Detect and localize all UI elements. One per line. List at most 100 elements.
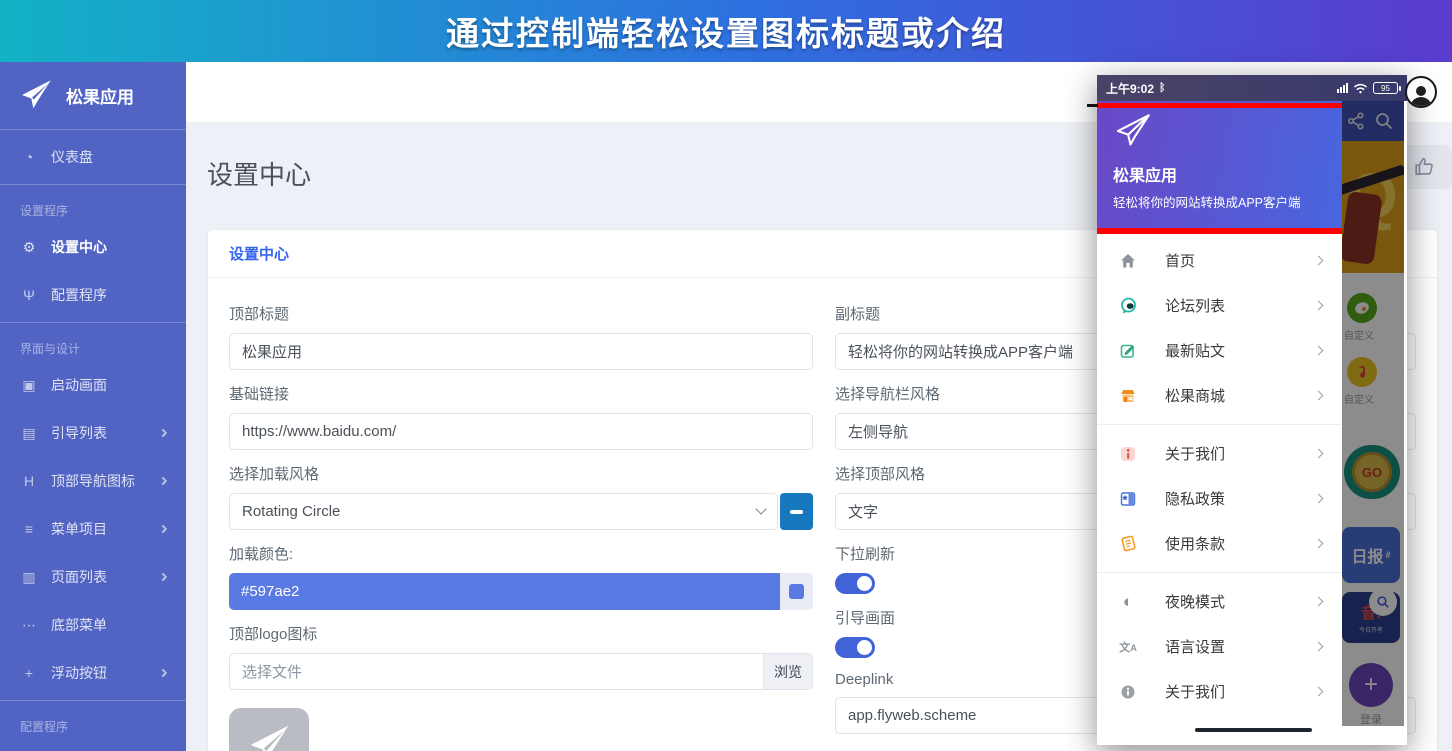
loading-style-select[interactable]: Rotating Circle	[229, 493, 778, 530]
pull-refresh-toggle[interactable]	[835, 573, 875, 594]
plug-icon: Ψ	[23, 287, 35, 303]
user-avatar[interactable]	[1405, 76, 1437, 108]
sidebar-item-页面列表[interactable]: ▥ 页面列表	[0, 553, 186, 601]
sidebar-item-label: 浮动按钮	[51, 665, 107, 681]
drawer-app-subtitle: 轻松将你的网站转换成APP客户端	[1113, 196, 1301, 210]
guide-list-icon: ▤	[22, 424, 36, 441]
drawer-item-最新贴文[interactable]: 最新贴文	[1097, 328, 1342, 373]
bluetooth-icon: ᛒ	[1159, 82, 1166, 94]
sidebar-item-浮动按钮[interactable]: + 浮动按钮	[0, 649, 186, 697]
sidebar-item-label: 配置程序	[51, 287, 107, 303]
sidebar-item-label: 启动画面	[51, 377, 107, 393]
gears-icon: ⚙	[22, 238, 36, 255]
loading-style-remove-button[interactable]	[780, 493, 813, 530]
sidebar-item-label: 顶部导航图标	[51, 473, 135, 489]
night-mode-icon: ◐	[1122, 592, 1134, 611]
status-time: 上午9:02	[1106, 81, 1155, 96]
info-icon	[1117, 682, 1139, 702]
sidebar-item-label: 引导列表	[51, 425, 107, 441]
phone-status-bar: 上午9:02 ᛒ 95	[1097, 75, 1407, 101]
about-icon	[1117, 444, 1139, 464]
chevron-right-icon	[1313, 538, 1324, 549]
loading-color-group: #597ae2	[229, 573, 813, 610]
base-link-input[interactable]: https://www.baidu.com/	[229, 413, 813, 450]
chevron-right-icon	[158, 428, 168, 438]
chevron-down-icon	[755, 503, 767, 515]
drawer-item-论坛列表[interactable]: 论坛列表	[1097, 283, 1342, 328]
home-icon	[1117, 251, 1139, 271]
annotation-red-line-bottom	[1097, 228, 1342, 234]
shop-icon	[1117, 386, 1139, 406]
sidebar-item-底部菜单[interactable]: ⋯ 底部菜单	[0, 601, 186, 649]
sidebar-item-顶部导航图标[interactable]: H 顶部导航图标	[0, 457, 186, 505]
annotation-red-line-top	[1097, 103, 1342, 108]
drawer-menu: 首页 论坛列表 最新贴文 松果商城 关于我们 隐私政策 使用条款 ◐ 夜晚模式 文A 语言设置 关于我…	[1097, 228, 1342, 714]
drawer-item-关于我们[interactable]: 关于我们	[1097, 669, 1342, 714]
drawer-item-首页[interactable]: 首页	[1097, 238, 1342, 283]
sidebar-item-label: 页面列表	[51, 569, 107, 585]
drawer-app-name: 松果应用	[1113, 168, 1178, 185]
drawer-divider	[1097, 424, 1342, 425]
color-swatch	[789, 584, 804, 599]
top-logo-label: 顶部logo图标	[229, 626, 318, 643]
sidebar-divider	[0, 129, 186, 130]
sidebar-item-菜单项目[interactable]: ≡ 菜单项目	[0, 505, 186, 553]
loading-color-label: 加载颜色:	[229, 546, 294, 563]
drawer-item-关于我们[interactable]: 关于我们	[1097, 431, 1342, 476]
chevron-right-icon	[1313, 255, 1324, 266]
sidebar-section-header: 配置程序	[20, 720, 69, 734]
top-title-input[interactable]: 松果应用	[229, 333, 813, 370]
splash-icon: ▣	[22, 376, 36, 393]
chevron-right-icon	[1313, 390, 1324, 401]
drawer-item-label: 最新贴文	[1165, 343, 1226, 360]
sidebar-divider	[0, 700, 186, 701]
bottom-menu-icon: ⋯	[22, 616, 36, 633]
browse-button[interactable]: 浏览	[763, 654, 812, 689]
drawer-item-label: 论坛列表	[1165, 298, 1226, 315]
sidebar-divider	[0, 322, 186, 323]
drawer-item-label: 隐私政策	[1165, 491, 1226, 508]
sidebar-item-label: 菜单项目	[51, 521, 107, 537]
phone-screenshot: 上午9:02 ᛒ 95 Q 自定义 自定义 GO 日	[1087, 75, 1407, 745]
base-link-label: 基础链接	[229, 386, 290, 403]
top-nav-icon: H	[23, 473, 35, 489]
drawer-item-隐私政策[interactable]: 隐私政策	[1097, 476, 1342, 521]
signal-icon	[1337, 83, 1348, 93]
privacy-icon	[1117, 489, 1139, 509]
drawer-item-夜晚模式[interactable]: ◐ 夜晚模式	[1097, 579, 1342, 624]
promo-banner: 通过控制端轻松设置图标标题或介绍	[0, 0, 1452, 62]
sidebar-section-header: 设置程序	[20, 204, 69, 218]
paper-plane-logo-icon	[22, 80, 51, 109]
drawer-item-使用条款[interactable]: 使用条款	[1097, 521, 1342, 566]
battery-icon: 95	[1373, 82, 1401, 94]
sidebar-item-设置中心[interactable]: ⚙ 设置中心	[0, 223, 186, 271]
sidebar-item-APP颜色[interactable]: ✎APP颜色	[0, 739, 186, 751]
dashboard-icon: ◔	[24, 149, 34, 165]
posts-icon	[1117, 341, 1139, 361]
sidebar-item-启动画面[interactable]: ▣ 启动画面	[0, 361, 186, 409]
file-placeholder: 选择文件	[242, 664, 303, 681]
top-logo-file-input[interactable]: 选择文件 浏览	[229, 653, 813, 690]
sidebar-nav: ◔ 仪表盘 设置程序 ⚙ 设置中心 Ψ 配置程序 界面与设计 ▣ 启动画面 ▤ 引导列表 H 顶部导航图标…	[0, 129, 186, 751]
sidebar-divider	[0, 184, 186, 185]
chevron-right-icon	[158, 572, 168, 582]
forum-icon	[1117, 296, 1139, 316]
drawer-item-松果商城[interactable]: 松果商城	[1097, 373, 1342, 418]
wifi-icon	[1354, 83, 1367, 93]
loading-color-picker[interactable]	[780, 573, 813, 610]
drawer-item-label: 夜晚模式	[1165, 594, 1226, 611]
sidebar-item-引导列表[interactable]: ▤ 引导列表	[0, 409, 186, 457]
thumbs-up-icon	[1415, 157, 1433, 176]
guide-screen-toggle[interactable]	[835, 637, 875, 658]
sidebar-item-仪表盘[interactable]: ◔ 仪表盘	[0, 133, 186, 181]
sidebar-brand-name: 松果应用	[66, 87, 134, 107]
drawer-header: 松果应用 轻松将你的网站转换成APP客户端	[1097, 101, 1342, 228]
drawer-item-语言设置[interactable]: 文A 语言设置	[1097, 624, 1342, 669]
terms-icon	[1117, 534, 1139, 554]
chevron-right-icon	[1313, 345, 1324, 356]
loading-color-input[interactable]: #597ae2	[229, 573, 780, 610]
drawer-item-label: 使用条款	[1165, 536, 1226, 553]
sidebar-brand[interactable]: 松果应用	[0, 62, 186, 126]
chevron-right-icon	[158, 668, 168, 678]
sidebar-item-配置程序[interactable]: Ψ 配置程序	[0, 271, 186, 319]
